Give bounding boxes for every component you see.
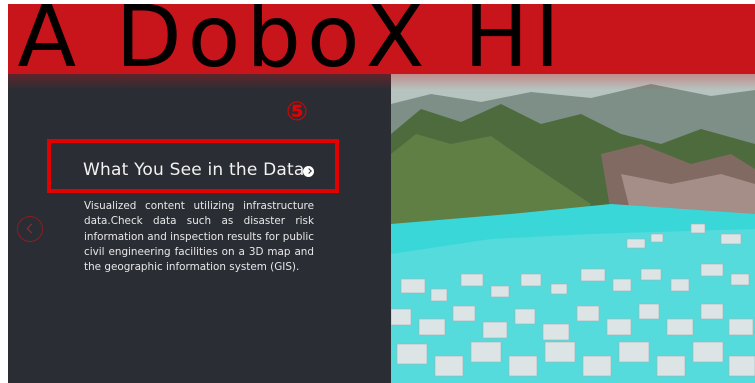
3d-map-image	[391, 74, 755, 383]
section-title[interactable]: What You See in the Data	[83, 160, 304, 180]
page-frame: IA DoboX HI	[8, 4, 755, 383]
banner-text: IA DoboX HI	[8, 4, 566, 74]
chevron-left-circle-icon[interactable]	[17, 216, 43, 242]
banner-shadow	[8, 74, 755, 90]
section-description: Visualized content utilizing infrastruct…	[84, 200, 314, 274]
header-banner: IA DoboX HI	[8, 4, 755, 74]
chevron-right-dot-icon[interactable]	[303, 166, 314, 177]
step-marker: ⑤	[285, 97, 308, 127]
